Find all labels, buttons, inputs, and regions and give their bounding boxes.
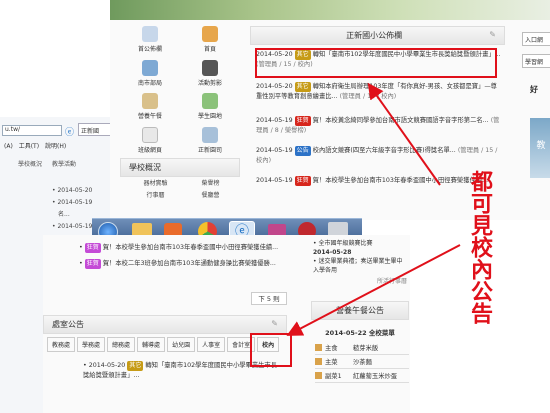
arrow-to-announcement: [367, 82, 441, 186]
arrow-to-campus-tab: [286, 244, 461, 336]
annotation-text: 都可見校內公告: [467, 170, 493, 324]
